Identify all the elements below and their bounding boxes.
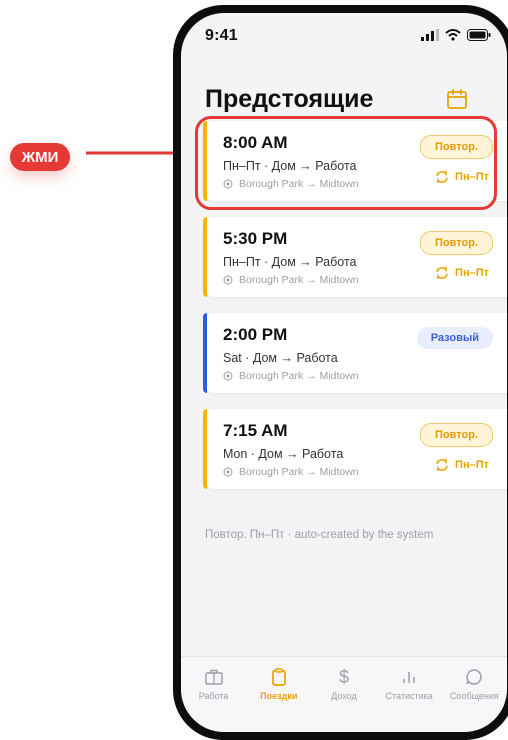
bar-chart-icon [403,672,415,683]
tab-label: Поездки [260,691,298,701]
trip-location: Borough Park → Midtown [223,466,359,478]
tab-trips[interactable]: Поездки [249,667,309,732]
trip-location-text: Borough Park → Midtown [239,370,359,382]
status-stripe [203,409,207,489]
clipboard-icon [271,668,286,686]
tab-label: Доход [331,691,357,701]
status-time: 9:41 [205,27,238,44]
tab-bar: Работа Поездки $ Доход Статистика Сообще… [181,656,507,732]
footnote: Повтор. Пн–Пт · auto-created by the syst… [205,529,434,541]
tab-income[interactable]: $ Доход [314,667,374,732]
trip-time: 8:00 AM [223,133,288,152]
trip-route: Пн–Пт · Дом → Работа [223,255,357,269]
location-pin-icon [223,467,233,477]
trip-location-text: Borough Park → Midtown [239,466,359,478]
trip-card[interactable]: 8:00 AM Пн–Пт · Дом → Работа Borough Par… [203,121,507,201]
page-title: Предстоящие [205,85,374,113]
repeat-icon [436,171,448,183]
recurrence: Пн–Пт [435,266,489,280]
signal-icon [421,29,439,41]
battery-icon [467,29,491,41]
trip-route: Sat · Дом → Работа [223,351,338,365]
status-stripe [203,121,207,201]
status-bar: 9:41 [205,27,491,49]
calendar-icon[interactable] [445,87,469,111]
status-stripe [203,217,207,297]
trip-location-text: Borough Park → Midtown [239,178,359,190]
trip-card[interactable]: 7:15 AM Mon · Дом → Работа Borough Park … [203,409,507,489]
tab-stats[interactable]: Статистика [379,667,439,732]
tab-work[interactable]: Работа [184,667,244,732]
svg-text:$: $ [339,667,349,687]
recurrence: Пн–Пт [435,170,489,184]
tab-label: Статистика [385,691,433,701]
trip-time: 7:15 AM [223,421,288,440]
trip-card[interactable]: 5:30 PM Пн–Пт · Дом → Работа Borough Par… [203,217,507,297]
dollar-icon: $ [339,667,349,687]
tab-messages[interactable]: Сообщения [444,667,504,732]
trip-route: Mon · Дом → Работа [223,447,344,461]
trip-badge: Повтор. [420,231,493,255]
tab-label: Сообщения [449,691,499,701]
status-stripe [203,313,207,393]
recurrence-text: Пн–Пт [455,267,489,279]
recurrence: Пн–Пт [435,458,489,472]
trip-time: 5:30 PM [223,229,288,248]
recurrence-text: Пн–Пт [455,459,489,471]
recurrence-text: Пн–Пт [455,171,489,183]
screen: 9:41 Предстоящие 8:00 AM Пн–Пт · Дом → Р… [181,13,507,732]
location-pin-icon [223,275,233,285]
briefcase-icon [204,669,223,685]
tab-label: Работа [198,691,229,701]
phone-frame: 9:41 Предстоящие 8:00 AM Пн–Пт · Дом → Р… [173,5,508,740]
trip-location: Borough Park → Midtown [223,370,359,382]
trip-location: Borough Park → Midtown [223,178,359,190]
trip-badge: Повтор. [420,135,493,159]
wifi-icon [445,29,461,41]
chat-bubble-icon [466,669,483,685]
hint-label: ЖМИ [10,143,70,171]
location-pin-icon [223,371,233,381]
trip-badge: Разовый [416,327,493,349]
trip-card[interactable]: 2:00 PM Sat · Дом → Работа Borough Park … [203,313,507,393]
trip-time: 2:00 PM [223,325,288,344]
trip-badge: Повтор. [420,423,493,447]
trip-route: Пн–Пт · Дом → Работа [223,159,357,173]
repeat-icon [436,459,448,471]
location-pin-icon [223,179,233,189]
trip-location: Borough Park → Midtown [223,274,359,286]
repeat-icon [436,267,448,279]
trip-location-text: Borough Park → Midtown [239,274,359,286]
